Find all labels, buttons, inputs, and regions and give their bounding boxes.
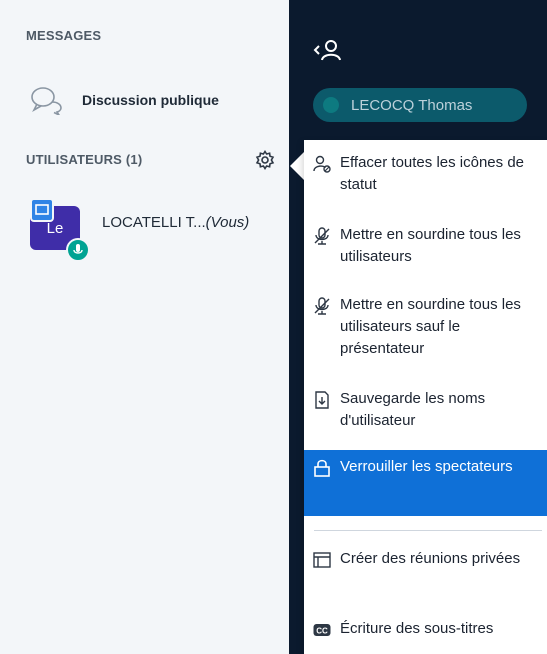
user-name-text: LOCATELLI T... <box>102 214 206 231</box>
collapse-user-list-icon[interactable] <box>311 38 351 62</box>
menu-item-label: Mettre en sourdine tous les utilisateurs… <box>340 296 521 357</box>
status-dot <box>323 97 339 113</box>
lock-icon <box>314 459 330 477</box>
menu-item-save-usernames[interactable]: Sauvegarde les noms d'utilisateur <box>304 388 547 432</box>
mute-icon <box>314 297 330 315</box>
menu-item-closed-captions[interactable]: CC Écriture des sous-titres <box>304 618 547 640</box>
clear-status-icon <box>313 155 331 173</box>
menu-caret <box>290 152 304 180</box>
closed-caption-icon: CC <box>313 624 331 636</box>
menu-item-label: Verrouiller les spectateurs <box>340 458 513 475</box>
user-list-sidebar: MESSAGES Discussion publique UTILISATEUR… <box>0 0 289 654</box>
microphone-icon <box>66 238 90 262</box>
menu-item-lock-viewers[interactable]: Verrouiller les spectateurs <box>304 450 547 516</box>
menu-item-label: Sauvegarde les noms d'utilisateur <box>340 390 486 429</box>
menu-item-label: Effacer toutes les icônes de statut <box>340 154 524 193</box>
you-suffix: (Vous) <box>205 214 250 231</box>
menu-item-mute-all[interactable]: Mettre en sourdine tous les utilisateurs <box>304 224 547 268</box>
user-list-item[interactable]: Le LOCATELLI T...(Vous) <box>30 198 288 262</box>
svg-text:CC: CC <box>316 627 328 636</box>
menu-item-label: Mettre en sourdine tous les utilisateurs <box>340 226 521 265</box>
mute-icon <box>314 227 330 245</box>
download-icon <box>315 391 329 409</box>
user-options-menu: Effacer toutes les icônes de statut Mett… <box>304 140 547 654</box>
menu-item-mute-all-except-presenter[interactable]: Mettre en sourdine tous les utilisateurs… <box>304 294 547 360</box>
chat-bubbles-icon <box>31 87 62 115</box>
menu-item-breakout-rooms[interactable]: Créer des réunions privées <box>304 548 547 570</box>
public-chat-item[interactable]: Discussion publique <box>30 78 270 122</box>
menu-item-clear-status[interactable]: Effacer toutes les icônes de statut <box>304 152 547 196</box>
users-section-title: UTILISATEURS (1) <box>26 152 143 167</box>
breakout-icon <box>313 552 331 568</box>
public-chat-label: Discussion publique <box>82 92 219 108</box>
menu-item-label: Créer des réunions privées <box>340 550 521 567</box>
user-name: LOCATELLI T...(Vous) <box>102 214 249 231</box>
presenter-name: LECOCQ Thomas <box>351 96 473 114</box>
menu-divider <box>314 530 542 531</box>
presenter-name-pill: LECOCQ Thomas <box>313 88 527 122</box>
presenter-icon <box>30 198 54 222</box>
menu-item-label: Écriture des sous-titres <box>340 620 494 637</box>
gear-icon[interactable] <box>255 150 275 170</box>
messages-section-title: MESSAGES <box>26 28 102 43</box>
